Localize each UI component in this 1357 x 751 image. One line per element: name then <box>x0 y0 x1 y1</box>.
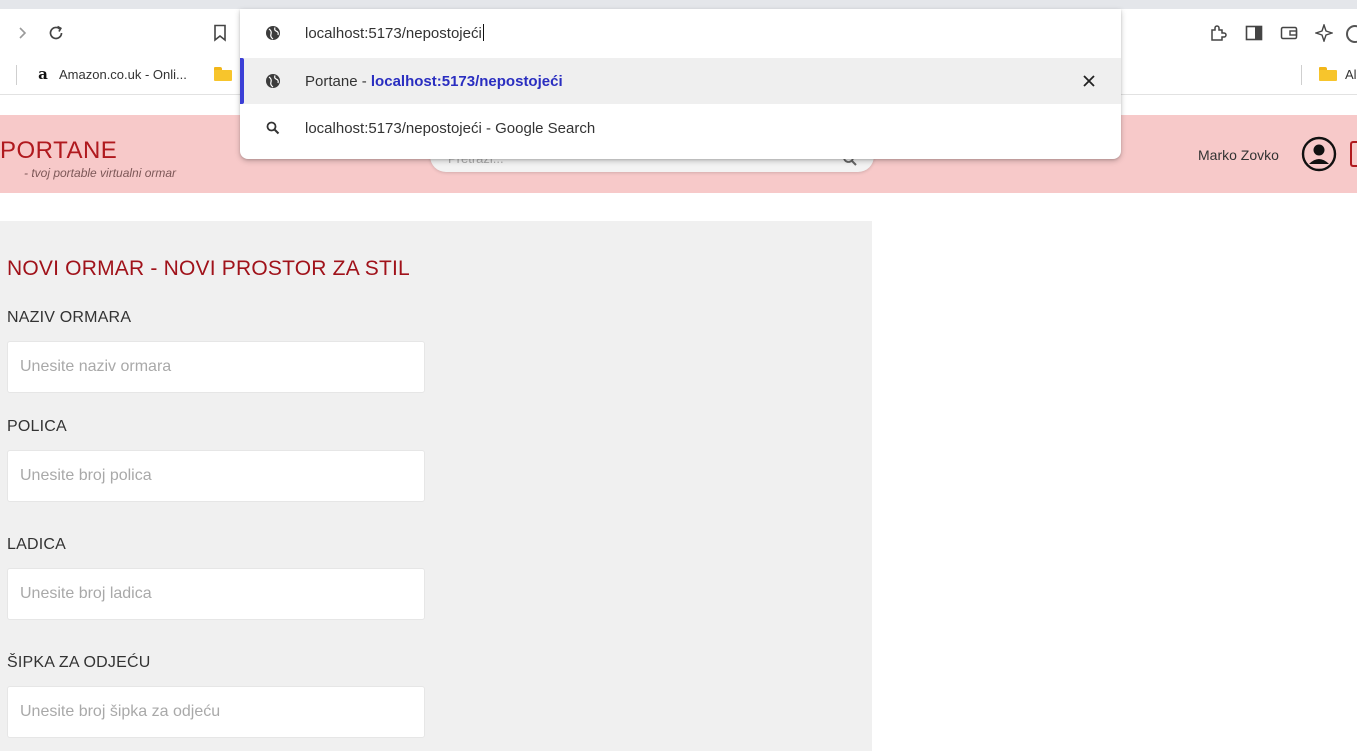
wallet-icon[interactable] <box>1278 22 1300 44</box>
copilot-icon[interactable] <box>1313 22 1335 44</box>
suggestion-url: localhost:5173/nepostojeći <box>370 72 563 90</box>
user-name[interactable]: Marko Zovko <box>1198 147 1279 163</box>
globe-icon <box>264 24 282 42</box>
globe-icon <box>264 72 282 90</box>
amazon-icon: a <box>38 65 48 83</box>
wardrobe-name-label: NAZIV ORMARA <box>7 309 132 326</box>
text-caret <box>482 24 484 41</box>
suggestion-title: Portane <box>305 72 358 90</box>
wardrobe-name-input[interactable] <box>7 341 425 393</box>
omnibox-dropdown: localhost:5173/nepostojeći Portane - loc… <box>240 9 1121 159</box>
drawers-input[interactable] <box>7 568 425 620</box>
user-avatar-icon[interactable] <box>1301 136 1337 172</box>
shelves-label: POLICA <box>7 418 67 435</box>
remove-suggestion-close-icon[interactable] <box>1081 73 1097 89</box>
search-suggestion-suffix: - Google Search <box>481 119 596 137</box>
suggestion-separator: - <box>357 72 371 90</box>
form-title: NOVI ORMAR - NOVI PROSTOR ZA STIL <box>7 257 410 280</box>
bookmarks-divider-right <box>1301 65 1302 85</box>
bookmarks-divider <box>16 65 17 85</box>
omnibox-suggestion-search[interactable]: localhost:5173/nepostojeći - Google Sear… <box>240 105 1121 151</box>
new-wardrobe-form: NOVI ORMAR - NOVI PROSTOR ZA STIL NAZIV … <box>0 221 872 751</box>
brand-logo[interactable]: PORTANE <box>0 137 117 165</box>
sidebar-icon[interactable] <box>1243 22 1265 44</box>
bookmark-folder[interactable] <box>214 57 232 91</box>
bookmark-all-label: Al <box>1345 66 1357 82</box>
bookmark-amazon[interactable]: a Amazon.co.uk - Onli... <box>35 57 187 91</box>
address-input-text[interactable]: localhost:5173/nepostojeći <box>305 25 482 42</box>
clothes-rail-label: ŠIPKA ZA ODJEĆU <box>7 654 151 671</box>
clothes-rail-input[interactable] <box>7 686 425 738</box>
folder-icon <box>1319 67 1337 81</box>
folder-icon <box>214 67 232 81</box>
forward-icon[interactable] <box>12 23 32 43</box>
brand-tagline: - tvoj portable virtualni ormar <box>24 166 177 180</box>
drawers-label: LADICA <box>7 536 66 553</box>
search-icon <box>264 119 282 137</box>
logout-icon[interactable] <box>1350 141 1357 167</box>
address-bar[interactable]: localhost:5173/nepostojeći <box>240 10 1121 56</box>
bookmark-all-folder[interactable]: Al <box>1319 57 1357 91</box>
shelves-input[interactable] <box>7 450 425 502</box>
omnibox-suggestion-history[interactable]: Portane - localhost:5173/nepostojeći <box>240 58 1121 104</box>
bookmark-icon[interactable] <box>210 22 230 44</box>
search-suggestion-query: localhost:5173/nepostojeći <box>305 119 482 137</box>
window-top-strip <box>0 0 1357 9</box>
extensions-icon[interactable] <box>1207 22 1229 44</box>
reload-icon[interactable] <box>45 22 67 44</box>
profile-icon[interactable] <box>1344 24 1357 44</box>
bookmark-amazon-label: Amazon.co.uk - Onli... <box>59 66 187 82</box>
